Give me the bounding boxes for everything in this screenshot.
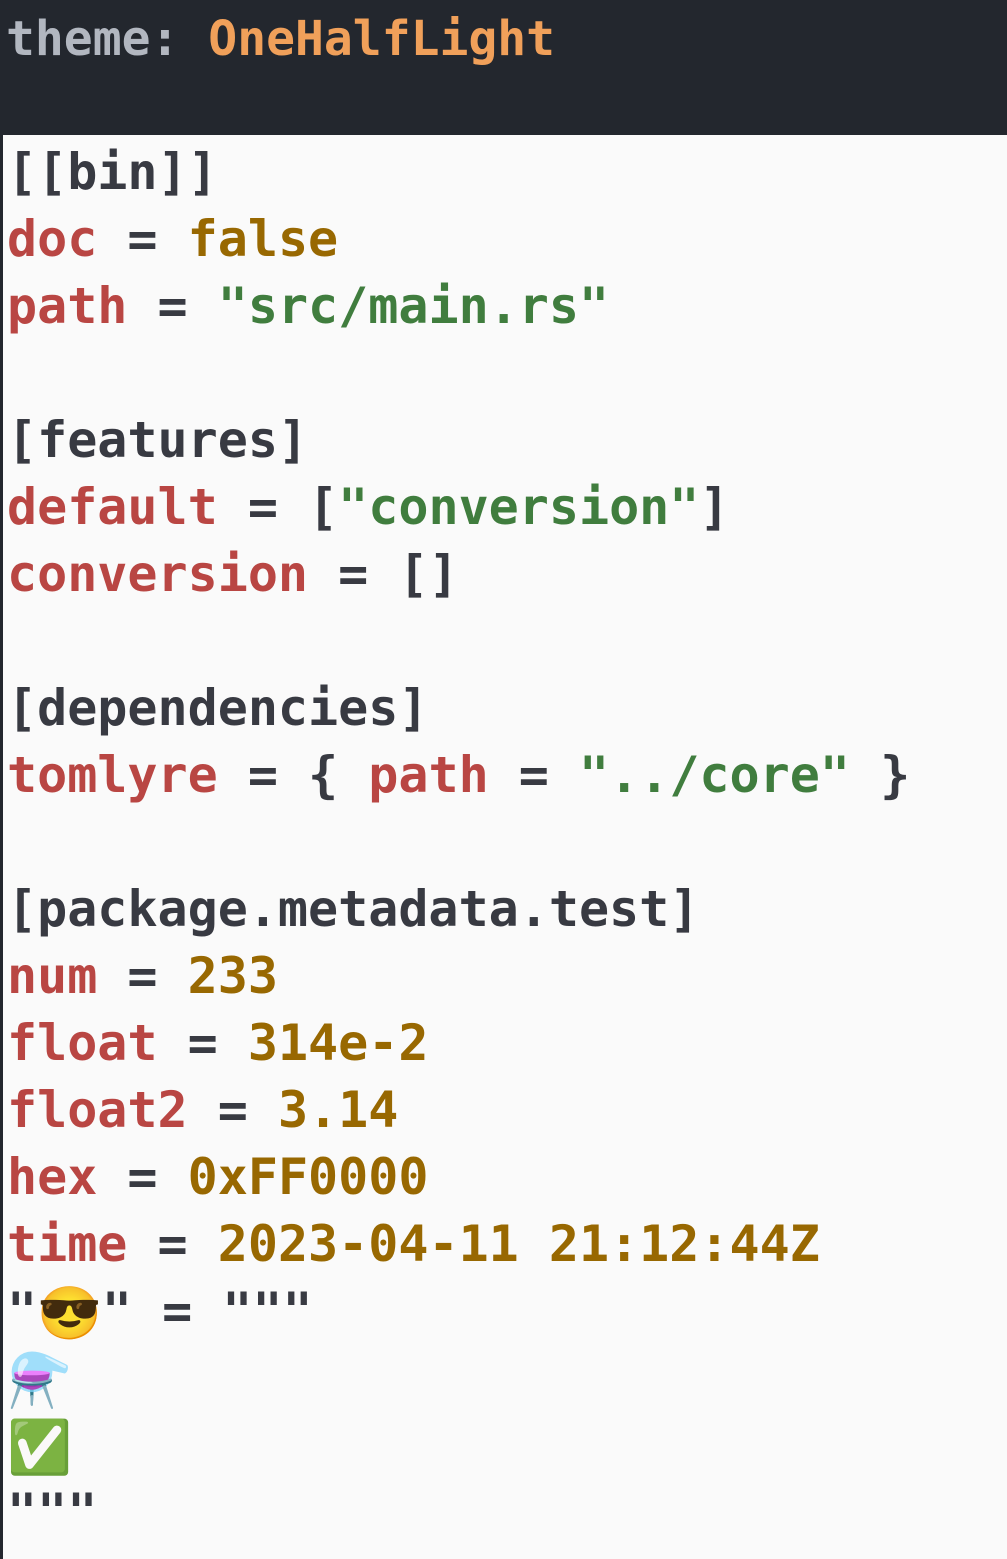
section-header: [features] <box>7 411 309 469</box>
theme-line: theme: OneHalfLight <box>6 4 555 74</box>
theme-header: theme: OneHalfLight <box>0 0 1007 135</box>
key: path <box>7 277 128 335</box>
code-line-17: time = 2023-04-11 21:12:44Z <box>7 1211 820 1278</box>
section-header: [dependencies] <box>7 679 429 737</box>
key: default <box>7 478 218 536</box>
value-number: 0xFF0000 <box>187 1148 429 1206</box>
equals: = <box>157 277 188 335</box>
value-number: 3.14 <box>277 1081 399 1139</box>
code-line-9: [dependencies] <box>7 675 428 742</box>
value-datetime: 2023-04-11 21:12:44Z <box>217 1215 820 1273</box>
multiline-string-close: """ <box>7 1483 98 1541</box>
key: time <box>7 1215 128 1273</box>
code-line-16: hex = 0xFF0000 <box>7 1144 428 1211</box>
code-line-15: float2 = 3.14 <box>7 1077 398 1144</box>
check-mark-emoji-icon: ✅ <box>7 1418 72 1478</box>
key: num <box>7 947 98 1005</box>
key: float2 <box>7 1081 188 1139</box>
key: tomlyre <box>7 746 218 804</box>
equals: = <box>162 1282 193 1340</box>
code-line-7: conversion = [] <box>7 541 459 608</box>
equals: = <box>247 746 278 804</box>
code-line-19: ⚗️ <box>7 1345 72 1412</box>
code-line-2: doc = false <box>7 206 338 273</box>
equals: = <box>338 545 369 603</box>
array-open: [ <box>308 478 339 536</box>
table-open: { <box>308 746 339 804</box>
code-line-3: path = "src/main.rs" <box>7 273 609 340</box>
equals: = <box>127 210 158 268</box>
equals: = <box>157 1215 188 1273</box>
quote-close: " <box>101 1282 132 1340</box>
multiline-string-open: """ <box>222 1282 313 1340</box>
code-line-14: float = 314e-2 <box>7 1010 428 1077</box>
section-header: [[bin]] <box>7 143 218 201</box>
code-line-12: [package.metadata.test] <box>7 876 699 943</box>
value-string: "../core" <box>579 746 850 804</box>
equals: = <box>247 478 278 536</box>
value-empty-array: [] <box>398 545 459 603</box>
equals: = <box>127 947 158 1005</box>
table-close: } <box>880 746 911 804</box>
theme-name: OneHalfLight <box>208 11 556 67</box>
code-line-18: "😎" = """ <box>7 1278 313 1345</box>
code-line-6: default = ["conversion"] <box>7 474 730 541</box>
editor-window: theme: OneHalfLight [[bin]] doc = false … <box>0 0 1007 1559</box>
key: conversion <box>7 545 309 603</box>
value-string: "conversion" <box>338 478 700 536</box>
code-line-5: [features] <box>7 407 308 474</box>
key: doc <box>7 210 98 268</box>
sunglasses-emoji-icon: 😎 <box>37 1284 102 1344</box>
equals: = <box>127 1148 158 1206</box>
inline-equals: = <box>518 746 549 804</box>
inline-key: path <box>368 746 489 804</box>
code-line-13: num = 233 <box>7 943 278 1010</box>
alembic-emoji-icon: ⚗️ <box>7 1351 72 1411</box>
key: float <box>7 1014 158 1072</box>
value-number: 233 <box>187 947 278 1005</box>
value-string: "src/main.rs" <box>217 277 610 335</box>
array-close: ] <box>699 478 730 536</box>
key: hex <box>7 1148 98 1206</box>
quote-open: " <box>7 1282 38 1340</box>
code-line-20: ✅ <box>7 1412 72 1479</box>
equals: = <box>187 1014 218 1072</box>
theme-label: theme: <box>6 11 180 67</box>
code-line-1: [[bin]] <box>7 139 218 206</box>
section-header: [package.metadata.test] <box>7 880 700 938</box>
code-line-10: tomlyre = { path = "../core" } <box>7 742 910 809</box>
value-boolean: false <box>187 210 339 268</box>
code-line-21: """ <box>7 1479 97 1546</box>
value-number: 314e-2 <box>247 1014 429 1072</box>
code-editor[interactable]: [[bin]] doc = false path = "src/main.rs"… <box>0 135 1007 1559</box>
equals: = <box>217 1081 248 1139</box>
